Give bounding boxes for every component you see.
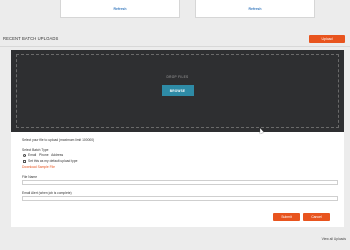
divider <box>0 45 350 47</box>
email-alert-input[interactable] <box>22 196 338 201</box>
default-type-label: Set this as my default upload type <box>28 159 78 163</box>
default-type-checkbox[interactable] <box>23 159 26 163</box>
section-title: RECENT BATCH UPLOADS <box>3 36 59 41</box>
file-dropzone[interactable]: DROP FILES BROWSE <box>11 50 344 132</box>
browse-button[interactable]: BROWSE <box>161 85 194 96</box>
submit-button[interactable]: Submit <box>273 213 300 221</box>
cancel-button[interactable]: Cancel <box>303 213 330 221</box>
drop-files-label: DROP FILES <box>166 75 189 79</box>
batch-type-label: Select Batch Type <box>22 148 49 152</box>
file-name-input[interactable] <box>22 180 338 185</box>
upload-button[interactable]: Upload <box>309 35 345 43</box>
email-alert-label: Email Alert (when job is complete) <box>22 191 72 195</box>
upload-form: Select your file to upload (maximum limi… <box>11 132 344 227</box>
batch-type-radio[interactable] <box>23 153 26 157</box>
refresh-button-1[interactable]: Refresh <box>60 0 180 18</box>
refresh-button-2[interactable]: Refresh <box>195 0 315 18</box>
download-sample-link[interactable]: Download Sample File <box>22 165 55 169</box>
file-name-label: File Name <box>22 175 38 179</box>
batch-type-option: Email Phone Address <box>28 153 64 157</box>
upload-instruction: Select your file to upload (maximum limi… <box>22 138 95 142</box>
view-all-uploads-link[interactable]: View all Uploads <box>322 237 346 241</box>
